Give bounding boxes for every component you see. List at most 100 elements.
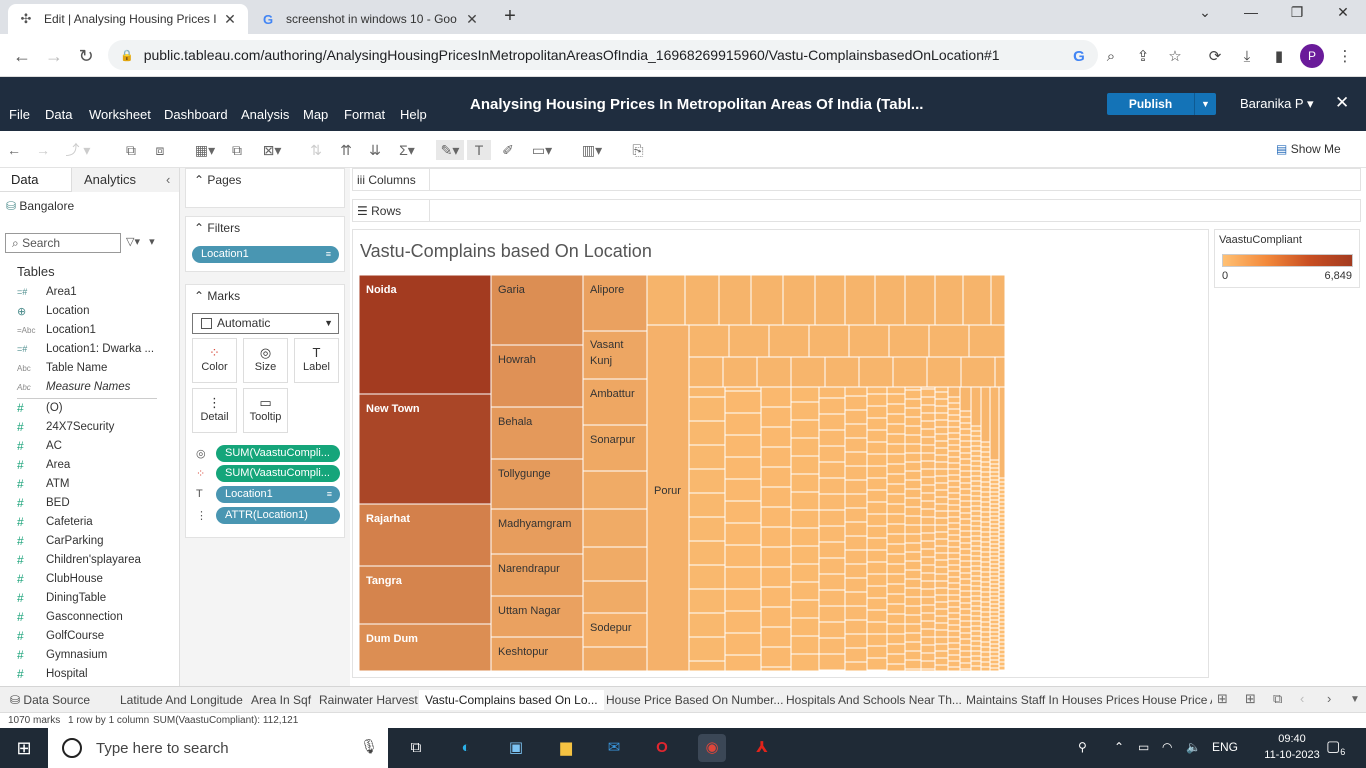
sidepanel-icon[interactable]: ▮ [1268,46,1290,68]
treemap-tile[interactable] [970,665,982,672]
treemap-tile[interactable] [959,440,972,448]
volume-icon[interactable]: 🔈 [1186,740,1201,754]
color-legend[interactable]: VaastuCompliant 0 6,849 [1214,229,1360,288]
sheet-tab[interactable]: House Price Based On Number... [600,690,789,710]
treemap-tile[interactable] [959,476,972,484]
treemap-tile[interactable] [808,324,850,358]
mark-type-dropdown[interactable]: Automatic ▼ [192,313,339,334]
treemap-tile[interactable] [959,518,972,526]
treemap-tile[interactable] [980,496,991,503]
treemap-tile[interactable] [980,576,991,583]
treemap-tile[interactable] [970,455,982,462]
measure-field[interactable]: # Children'splayarea [17,551,141,569]
treemap-tile[interactable] [688,356,724,388]
treemap-tile[interactable] [790,581,820,601]
treemap-tile[interactable] [866,537,888,551]
treemap-tile[interactable] [934,545,949,554]
treemap-tile[interactable] [886,473,906,485]
treemap-tile[interactable] [866,633,888,647]
treemap-tile[interactable] [947,420,961,428]
treemap-tile[interactable] [947,474,961,482]
treemap-tile[interactable] [688,420,726,446]
treemap-tile[interactable] [980,516,991,523]
treemap-tile[interactable] [998,501,1006,507]
treemap-tile[interactable] [959,482,972,490]
treemap-tile[interactable] [959,464,972,472]
treemap-tile[interactable] [904,452,922,463]
chevron-down-icon[interactable]: ▼ [1350,694,1360,705]
treemap-tile[interactable] [970,500,982,507]
download-icon[interactable]: ⎘ [628,140,648,160]
treemap-chart[interactable]: Noida New Town Rajarhat Tangra Dum Dum Garia H… [353,230,1210,679]
measure-field[interactable]: # Gasconnection [17,608,123,626]
treemap-tile[interactable] [920,428,936,438]
measure-field[interactable]: # CarParking [17,532,104,550]
treemap-tile[interactable] [782,274,816,326]
treemap-tile[interactable] [886,413,906,425]
treemap-tile[interactable] [959,458,972,466]
treemap-tile[interactable] [998,493,1006,499]
sheet-tab-active[interactable]: Vastu-Complains based On Lo... [419,690,604,710]
treemap-tile[interactable] [760,506,792,528]
treemap-tile[interactable] [866,657,888,671]
treemap-tile[interactable] [934,587,949,596]
treemap-tile[interactable] [998,629,1006,635]
treemap-tile[interactable] [886,583,906,595]
treemap-tile[interactable] [904,569,922,580]
treemap-tile[interactable] [866,405,888,419]
treemap-tile[interactable] [980,631,991,638]
treemap-tile[interactable] [866,585,888,599]
kebab-menu-icon[interactable]: ⋮ [1334,46,1356,68]
treemap-tile[interactable] [688,588,726,614]
treemap-tile[interactable] [760,666,792,672]
treemap-tile[interactable] [989,491,1000,497]
treemap-tile[interactable] [790,545,820,565]
user-menu[interactable]: Baranika P ▾ [1240,96,1314,112]
treemap-tile[interactable] [947,564,961,572]
scroll-left-icon[interactable]: ‹ [1300,691,1304,706]
treemap-tile[interactable] [989,615,1000,621]
treemap-tile[interactable] [989,531,1000,537]
treemap-tile[interactable] [904,407,922,418]
treemap-tile[interactable] [998,593,1006,599]
close-icon[interactable]: ✕ [1335,93,1349,113]
treemap-tile[interactable] [688,660,726,672]
treemap-tile[interactable] [920,620,936,630]
treemap-tile[interactable] [886,593,906,605]
treemap-tile[interactable] [582,580,648,614]
treemap-tile[interactable] [980,531,991,538]
treemap-tile[interactable] [688,516,726,542]
treemap-tile[interactable] [998,529,1006,535]
treemap-tile[interactable] [490,508,584,555]
treemap-tile[interactable] [970,595,982,602]
treemap-tile[interactable] [920,388,936,398]
treemap-tile[interactable] [947,552,961,560]
presentation-icon[interactable]: ▥▾ [577,140,607,160]
treemap-tile[interactable] [947,582,961,590]
treemap-tile[interactable] [844,437,868,453]
treemap-tile[interactable] [947,522,961,530]
treemap-tile[interactable] [989,515,1000,521]
treemap-tile[interactable] [998,597,1006,603]
treemap-tile[interactable] [989,655,1000,661]
treemap-tile[interactable] [970,590,982,597]
treemap-tile[interactable] [980,616,991,623]
treemap-tile[interactable] [724,588,762,612]
treemap-tile[interactable] [970,570,982,577]
treemap-tile[interactable] [934,510,949,519]
treemap-tile[interactable] [998,609,1006,615]
treemap-tile[interactable] [724,522,762,546]
treemap-tile[interactable] [934,580,949,589]
treemap-tile[interactable] [934,594,949,603]
treemap-tile[interactable] [970,550,982,557]
treemap-tile[interactable] [959,638,972,646]
treemap-tile[interactable] [998,517,1006,523]
treemap-tile[interactable] [818,413,846,431]
treemap-tile[interactable] [904,587,922,598]
treemap-tile[interactable] [989,459,1000,465]
treemap-tile[interactable] [760,546,792,568]
treemap-tile[interactable] [998,485,1006,491]
treemap-tile[interactable] [959,584,972,592]
chevron-up-icon[interactable]: ⌃ [1114,740,1124,754]
treemap-tile[interactable] [998,521,1006,527]
